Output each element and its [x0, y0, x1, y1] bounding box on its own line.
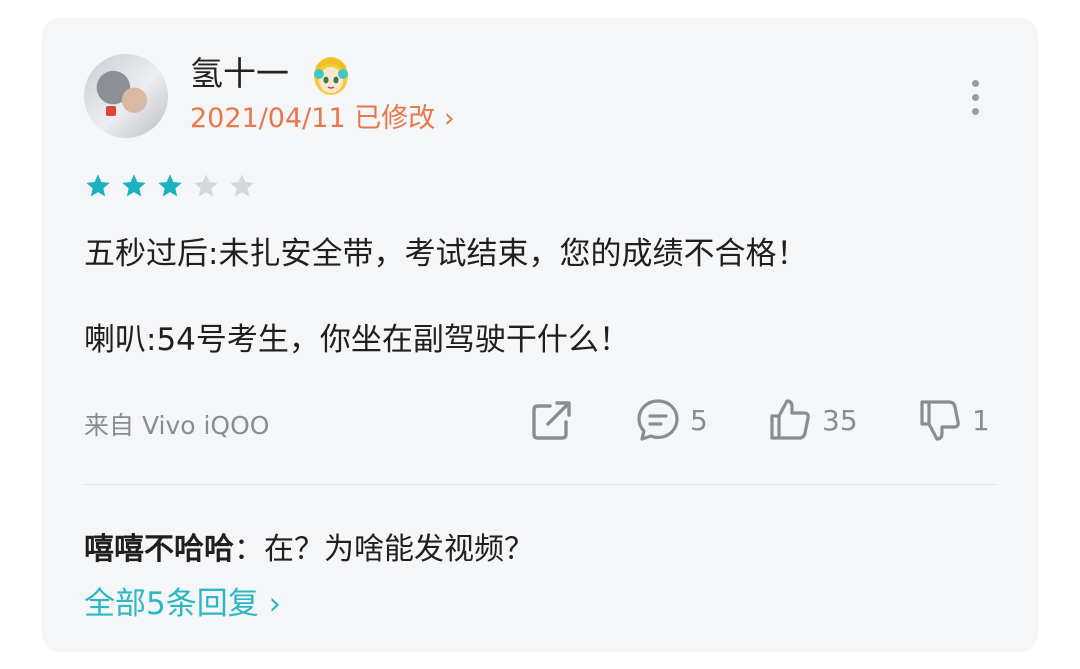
dot-icon	[971, 108, 979, 115]
star-filled-icon	[122, 174, 146, 197]
chevron-right-icon: ›	[443, 103, 455, 134]
anime-girl-emoji-icon	[314, 57, 348, 95]
reply-username[interactable]: 嘻嘻不哈哈	[84, 532, 234, 567]
thumbs-up-icon	[770, 399, 810, 440]
comment-button[interactable]: 5	[634, 396, 708, 444]
username[interactable]: 氢十一	[190, 54, 289, 94]
star-filled-icon	[158, 174, 182, 197]
star-empty-icon	[230, 174, 254, 197]
reply-preview[interactable]: 嘻嘻不哈哈：在？为啥能发视频？	[84, 524, 534, 568]
dislike-button[interactable]: 1	[916, 396, 990, 444]
comment-count: 5	[690, 403, 708, 437]
avatar-badge	[106, 106, 116, 116]
like-count: 35	[822, 403, 858, 437]
like-button[interactable]: 35	[766, 396, 858, 444]
edited-label: 已修改	[354, 103, 436, 134]
star-filled-icon	[86, 174, 110, 197]
avatar[interactable]	[84, 54, 168, 138]
reply-separator: ：	[234, 532, 264, 567]
more-options-button[interactable]	[966, 80, 984, 115]
comment-date[interactable]: 2021/04/11 已修改 ›	[190, 102, 455, 136]
view-all-replies-link[interactable]: 全部5条回复 ›	[84, 578, 281, 623]
dot-icon	[971, 80, 979, 87]
chevron-right-icon: ›	[268, 586, 281, 622]
thumbs-down-icon	[920, 400, 960, 441]
star-empty-icon	[194, 174, 218, 197]
view-all-replies-label: 全部5条回复	[84, 586, 259, 622]
comment-card: 氢十一 2021/04/11 已修改 › 五秒过后:未扎安全带，考试结束，您的成…	[42, 18, 1038, 652]
comment-icon	[637, 399, 679, 441]
reply-text: 在？为啥能发视频？	[264, 532, 534, 567]
divider	[84, 484, 996, 485]
dislike-count: 1	[972, 403, 990, 437]
device-label: 来自 Vivo iQOO	[84, 411, 270, 440]
comment-body-line: 五秒过后:未扎安全带，考试结束，您的成绩不合格！	[84, 236, 808, 272]
date-text: 2021/04/11	[190, 103, 346, 134]
star-rating	[84, 172, 264, 202]
share-button[interactable]	[528, 396, 576, 444]
share-icon	[532, 401, 571, 440]
comment-body-line: 喇叭:54号考生，你坐在副驾驶干什么！	[84, 322, 630, 358]
dot-icon	[971, 94, 979, 101]
